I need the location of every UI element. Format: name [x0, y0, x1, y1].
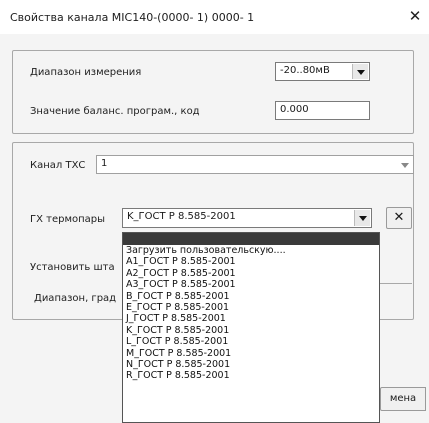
set-standard-label: Установить шта — [30, 262, 115, 273]
dropdown-option[interactable]: B_ГОСТ Р 8.585-2001 — [123, 291, 379, 302]
dropdown-option[interactable]: A3_ГОСТ Р 8.585-2001 — [123, 279, 379, 290]
thermocouple-select[interactable]: K_ГОСТ Р 8.585-2001 — [122, 208, 372, 228]
window-title: Свойства канала MIC140-(0000- 1) 0000- 1 — [10, 11, 255, 24]
balance-label: Значение баланс. програм., код — [30, 106, 200, 117]
dropdown-option[interactable]: N_ГОСТ Р 8.585-2001 — [123, 359, 379, 370]
thermocouple-label: ГХ термопары — [30, 214, 106, 225]
cancel-button[interactable]: мена — [380, 387, 426, 411]
balance-input[interactable]: 0.000 — [275, 101, 370, 120]
chevron-down-icon[interactable] — [352, 64, 368, 79]
measure-range-value: -20..80мВ — [280, 65, 330, 76]
measure-range-label: Диапазон измерения — [30, 67, 142, 78]
close-icon[interactable]: ✕ — [405, 6, 425, 26]
channel-select[interactable]: 1 — [96, 155, 414, 174]
thermocouple-dropdown-list[interactable]: Загрузить пользовательскую.... A1_ГОСТ Р… — [122, 232, 380, 423]
channel-label: Канал ТХС — [30, 160, 86, 171]
dropdown-option[interactable]: A1_ГОСТ Р 8.585-2001 — [123, 256, 379, 267]
measure-range-select[interactable]: -20..80мВ — [275, 62, 370, 81]
dropdown-option[interactable]: E_ГОСТ Р 8.585-2001 — [123, 302, 379, 313]
dropdown-option[interactable]: R_ГОСТ Р 8.585-2001 — [123, 370, 379, 381]
range-degree-label: Диапазон, град — [34, 293, 117, 304]
channel-value: 1 — [101, 158, 108, 169]
dropdown-option[interactable]: J_ГОСТ Р 8.585-2001 — [123, 313, 379, 324]
dropdown-option[interactable]: M_ГОСТ Р 8.585-2001 — [123, 348, 379, 359]
balance-value: 0.000 — [280, 104, 309, 115]
clear-thermocouple-button[interactable]: ✕ — [386, 207, 412, 229]
dropdown-option[interactable]: Загрузить пользовательскую.... — [123, 245, 379, 256]
dropdown-option[interactable]: A2_ГОСТ Р 8.585-2001 — [123, 268, 379, 279]
chevron-down-icon[interactable] — [397, 157, 412, 172]
chevron-down-icon[interactable] — [354, 210, 370, 226]
dropdown-option[interactable]: L_ГОСТ Р 8.585-2001 — [123, 336, 379, 347]
highlighted-option[interactable] — [123, 233, 379, 245]
dropdown-option[interactable]: K_ГОСТ Р 8.585-2001 — [123, 325, 379, 336]
thermocouple-value: K_ГОСТ Р 8.585-2001 — [127, 211, 236, 222]
